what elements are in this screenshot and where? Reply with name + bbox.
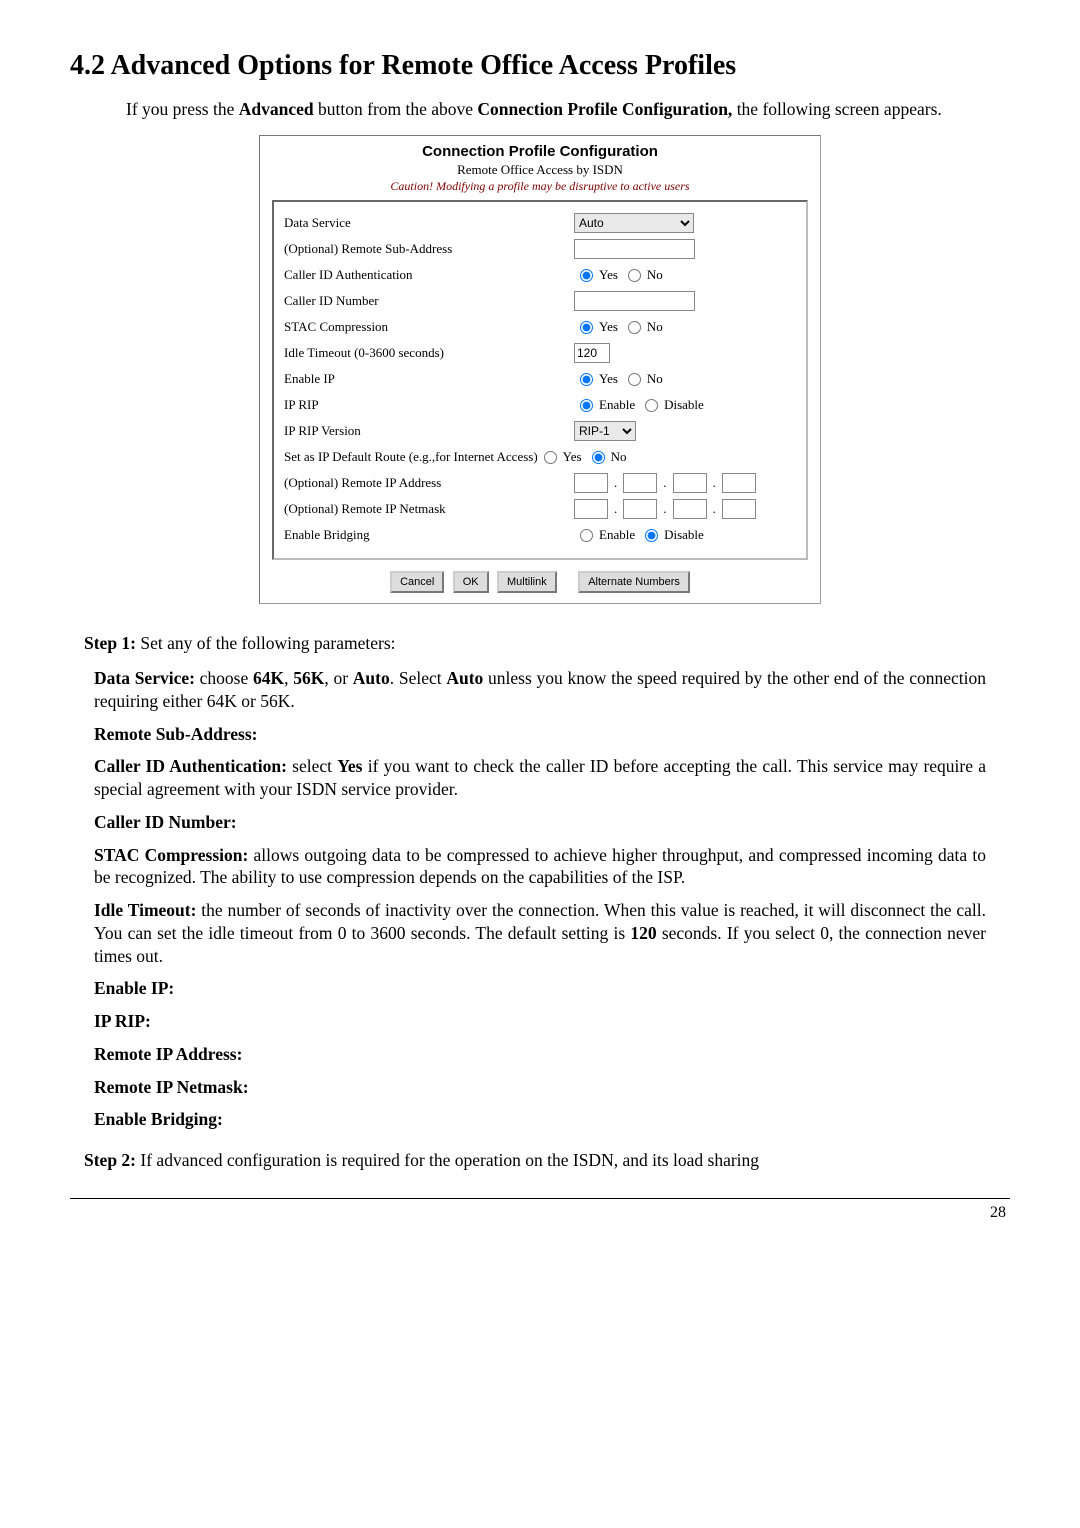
enable-ip-para: Enable IP: <box>94 977 986 1000</box>
cancel-button[interactable]: Cancel <box>390 571 444 593</box>
ip-rip-enable[interactable] <box>580 399 593 412</box>
remote-sub-address-para: Remote Sub-Address: <box>94 723 986 746</box>
no-label: No <box>647 371 663 388</box>
yes-label: Yes <box>599 371 618 388</box>
default-route-no[interactable] <box>592 451 605 464</box>
ip-rip-ver-select[interactable]: RIP-1 <box>574 421 636 441</box>
caller-auth-no[interactable] <box>628 269 641 282</box>
enable-bridging-para: Enable Bridging: <box>94 1108 986 1131</box>
ok-button[interactable]: OK <box>453 571 489 593</box>
enable-bridging-label: Enable Bridging <box>284 527 574 544</box>
page-number: 28 <box>70 1203 1010 1224</box>
stac-no[interactable] <box>628 321 641 334</box>
config-dialog: Connection Profile Configuration Remote … <box>259 135 821 604</box>
remote-sub-input[interactable] <box>574 239 695 259</box>
remote-ip-addr-label: (Optional) Remote IP Address <box>284 475 574 492</box>
remote-ip-netmask-para: Remote IP Netmask: <box>94 1076 986 1099</box>
ip-seg[interactable] <box>623 473 657 493</box>
default-route-yes[interactable] <box>544 451 557 464</box>
idle-timeout-para: Idle Timeout: the number of seconds of i… <box>94 899 986 967</box>
default-route-label: Set as IP Default Route (e.g.,for Intern… <box>284 449 538 466</box>
caller-id-auth-para: Caller ID Authentication: select Yes if … <box>94 755 986 801</box>
ip-rip-disable[interactable] <box>645 399 658 412</box>
intro-paragraph: If you press the Advanced button from th… <box>70 98 1010 121</box>
caller-auth-label: Caller ID Authentication <box>284 267 574 284</box>
ip-seg[interactable] <box>722 473 756 493</box>
step2: Step 2: If advanced configuration is req… <box>84 1149 996 1172</box>
caller-auth-yes[interactable] <box>580 269 593 282</box>
stac-para: STAC Compression: allows outgoing data t… <box>94 844 986 890</box>
ip-seg[interactable] <box>673 473 707 493</box>
no-label: No <box>611 449 627 466</box>
remote-ip-address-para: Remote IP Address: <box>94 1043 986 1066</box>
enable-ip-label: Enable IP <box>284 371 574 388</box>
data-service-para: Data Service: choose 64K, 56K, or Auto. … <box>94 667 986 713</box>
idle-input[interactable] <box>574 343 610 363</box>
ip-rip-label: IP RIP <box>284 397 574 414</box>
step1: Step 1: Set any of the following paramet… <box>84 632 996 655</box>
caller-num-input[interactable] <box>574 291 695 311</box>
caller-num-label: Caller ID Number <box>284 293 574 310</box>
yes-label: Yes <box>563 449 582 466</box>
alt-numbers-button[interactable]: Alternate Numbers <box>578 571 690 593</box>
mask-seg[interactable] <box>574 499 608 519</box>
bridging-enable[interactable] <box>580 529 593 542</box>
idle-label: Idle Timeout (0-3600 seconds) <box>284 345 574 362</box>
enable-label: Enable <box>599 397 635 414</box>
data-service-select[interactable]: Auto <box>574 213 694 233</box>
dialog-subtitle: Remote Office Access by ISDN <box>260 162 820 179</box>
ip-rip-ver-label: IP RIP Version <box>284 423 574 440</box>
caller-id-number-para: Caller ID Number: <box>94 811 986 834</box>
mask-seg[interactable] <box>722 499 756 519</box>
remote-ip-mask-label: (Optional) Remote IP Netmask <box>284 501 574 518</box>
yes-label: Yes <box>599 319 618 336</box>
dialog-caution: Caution! Modifying a profile may be disr… <box>260 179 820 195</box>
multilink-button[interactable]: Multilink <box>497 571 557 593</box>
enable-ip-yes[interactable] <box>580 373 593 386</box>
ip-seg[interactable] <box>574 473 608 493</box>
section-heading: 4.2 Advanced Options for Remote Office A… <box>70 48 1010 84</box>
yes-label: Yes <box>599 267 618 284</box>
data-service-label: Data Service <box>284 215 574 232</box>
stac-yes[interactable] <box>580 321 593 334</box>
bridging-disable[interactable] <box>645 529 658 542</box>
enable-label: Enable <box>599 527 635 544</box>
footer-rule <box>70 1198 1010 1199</box>
no-label: No <box>647 267 663 284</box>
mask-seg[interactable] <box>673 499 707 519</box>
ip-rip-para: IP RIP: <box>94 1010 986 1033</box>
no-label: No <box>647 319 663 336</box>
stac-label: STAC Compression <box>284 319 574 336</box>
disable-label: Disable <box>664 527 704 544</box>
disable-label: Disable <box>664 397 704 414</box>
mask-seg[interactable] <box>623 499 657 519</box>
dialog-title: Connection Profile Configuration <box>260 142 820 162</box>
remote-sub-label: (Optional) Remote Sub-Address <box>284 241 574 258</box>
enable-ip-no[interactable] <box>628 373 641 386</box>
